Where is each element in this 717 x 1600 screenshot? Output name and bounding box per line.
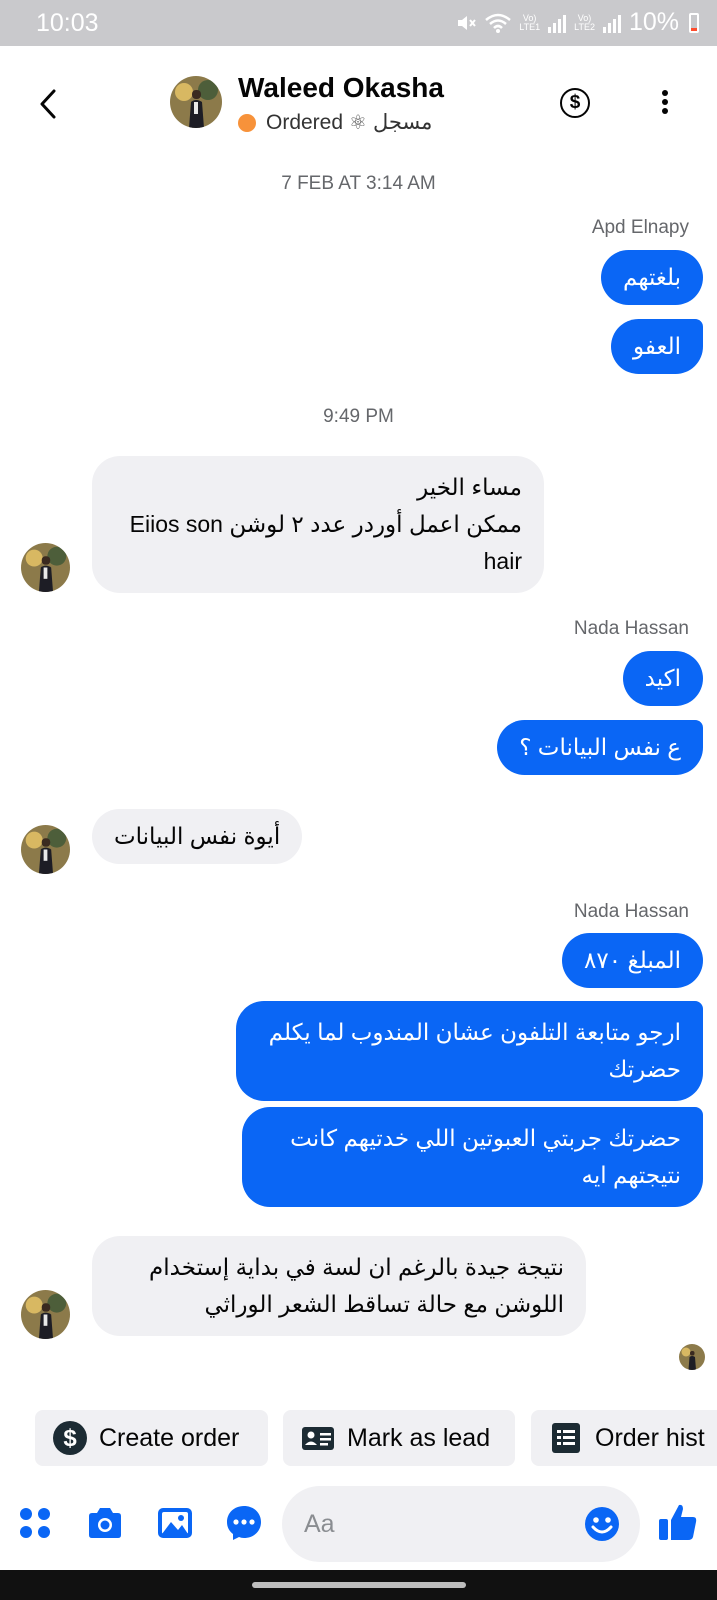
emoji-icon[interactable] — [584, 1506, 620, 1542]
message-text: اللوشن مع حالة تساقط الشعر الوراثي — [204, 1291, 564, 1317]
system-nav-bar — [0, 1570, 717, 1600]
incoming-message[interactable]: مساء الخير ممكن اعمل أوردر عدد ٢ لوشن Ei… — [92, 456, 544, 593]
outgoing-message[interactable]: بلغتهم — [601, 250, 703, 305]
battery-percent: 10% — [628, 8, 679, 36]
message-text: اكيد — [644, 665, 681, 691]
contact-avatar[interactable] — [21, 825, 70, 874]
contact-avatar[interactable] — [21, 1290, 70, 1339]
message-text: حضرتك — [608, 1056, 681, 1082]
message-text: بلغتهم — [623, 264, 681, 290]
order-history-button[interactable]: Order hist — [531, 1410, 717, 1466]
mark-as-lead-button[interactable]: Mark as lead — [283, 1410, 515, 1466]
home-gesture-handle[interactable] — [252, 1582, 466, 1588]
message-text: ممكن اعمل أوردر عدد ٢ لوشن Eiios son — [129, 511, 522, 537]
message-text: نتيجتهم ايه — [581, 1162, 682, 1188]
tag-label: مسجل — [372, 111, 433, 134]
status-bar: 10:03 Vo) LTE1 Vo) LTE2 10% — [0, 0, 717, 46]
chat-bubble-icon[interactable] — [225, 1504, 263, 1542]
chat-header: Waleed Okasha Ordered ⚛ مسجل $ — [0, 46, 717, 158]
mark-as-lead-label: Mark as lead — [347, 1423, 491, 1452]
contact-card-icon — [302, 1427, 334, 1450]
create-order-label: Create order — [99, 1423, 240, 1452]
contact-avatar[interactable] — [21, 543, 70, 592]
status-time: 10:03 — [36, 9, 99, 37]
back-arrow-icon[interactable] — [34, 86, 64, 122]
status-label: Ordered — [266, 110, 344, 134]
mute-icon — [458, 15, 477, 30]
seen-receipt-avatar — [679, 1344, 705, 1370]
contact-avatar[interactable] — [170, 76, 222, 128]
signal-bars-icon — [548, 13, 567, 33]
contact-status: Ordered ⚛ مسجل — [238, 110, 432, 135]
sim1-label: Vo) LTE1 — [519, 12, 541, 32]
order-history-label: Order hist — [595, 1423, 705, 1452]
wifi-icon — [485, 13, 512, 33]
outgoing-message[interactable]: ع نفس البيانات ؟ — [497, 720, 703, 775]
dollar-icon: $ — [53, 1421, 87, 1455]
more-options-icon[interactable] — [660, 90, 670, 116]
message-text: hair — [483, 548, 522, 574]
svg-text:$: $ — [63, 1425, 77, 1452]
timestamp: 7 FEB AT 3:14 AM — [281, 173, 436, 194]
incoming-message[interactable]: أيوة نفس البيانات — [92, 809, 303, 864]
outgoing-message[interactable]: اكيد — [622, 651, 703, 706]
status-dot-icon — [238, 113, 256, 132]
status-icons: Vo) LTE1 Vo) LTE2 10% — [455, 8, 699, 37]
message-text: نتيجة جيدة بالرغم ان لسة في بداية إستخدا… — [149, 1254, 564, 1280]
message-text: ارجو متابعة التلفون عشان المندوب لما يكل… — [268, 1019, 681, 1045]
sim2-label: Vo) LTE2 — [574, 12, 595, 32]
message-text: العفو — [632, 333, 681, 359]
contact-name: Waleed Okasha — [238, 72, 444, 103]
outgoing-message[interactable]: حضرتك جربتي العبوتين اللي خدتيهم كانت نت… — [242, 1107, 703, 1207]
list-document-icon — [552, 1423, 580, 1453]
message-text: المبلغ ٨٧٠ — [584, 947, 681, 973]
signal-bars-icon — [602, 13, 621, 33]
atom-icon: ⚛ — [349, 112, 367, 134]
outgoing-message[interactable]: المبلغ ٨٧٠ — [562, 933, 703, 988]
gallery-icon[interactable] — [156, 1504, 194, 1542]
apps-grid-icon[interactable] — [16, 1504, 54, 1542]
dollar-icon[interactable]: $ — [560, 88, 590, 118]
outgoing-message[interactable]: العفو — [610, 319, 703, 374]
message-text: أيوة نفس البيانات — [114, 823, 281, 849]
message-text: ع نفس البيانات ؟ — [519, 734, 681, 760]
sender-name: Apd Elnapy — [591, 217, 689, 238]
like-thumbs-up-icon[interactable] — [656, 1500, 700, 1544]
incoming-message[interactable]: نتيجة جيدة بالرغم ان لسة في بداية إستخدا… — [92, 1236, 586, 1336]
camera-icon[interactable] — [86, 1504, 124, 1542]
sender-name: Nada Hassan — [573, 901, 689, 922]
timestamp: 9:49 PM — [323, 406, 394, 427]
message-composer — [0, 1486, 717, 1566]
outgoing-message[interactable]: ارجو متابعة التلفون عشان المندوب لما يكل… — [236, 1001, 703, 1101]
message-text: حضرتك جربتي العبوتين اللي خدتيهم كانت — [290, 1125, 681, 1151]
battery-icon — [689, 12, 699, 33]
message-text: مساء الخير — [417, 474, 522, 500]
create-order-button[interactable]: $ Create order — [35, 1410, 268, 1466]
sender-name: Nada Hassan — [573, 618, 689, 639]
